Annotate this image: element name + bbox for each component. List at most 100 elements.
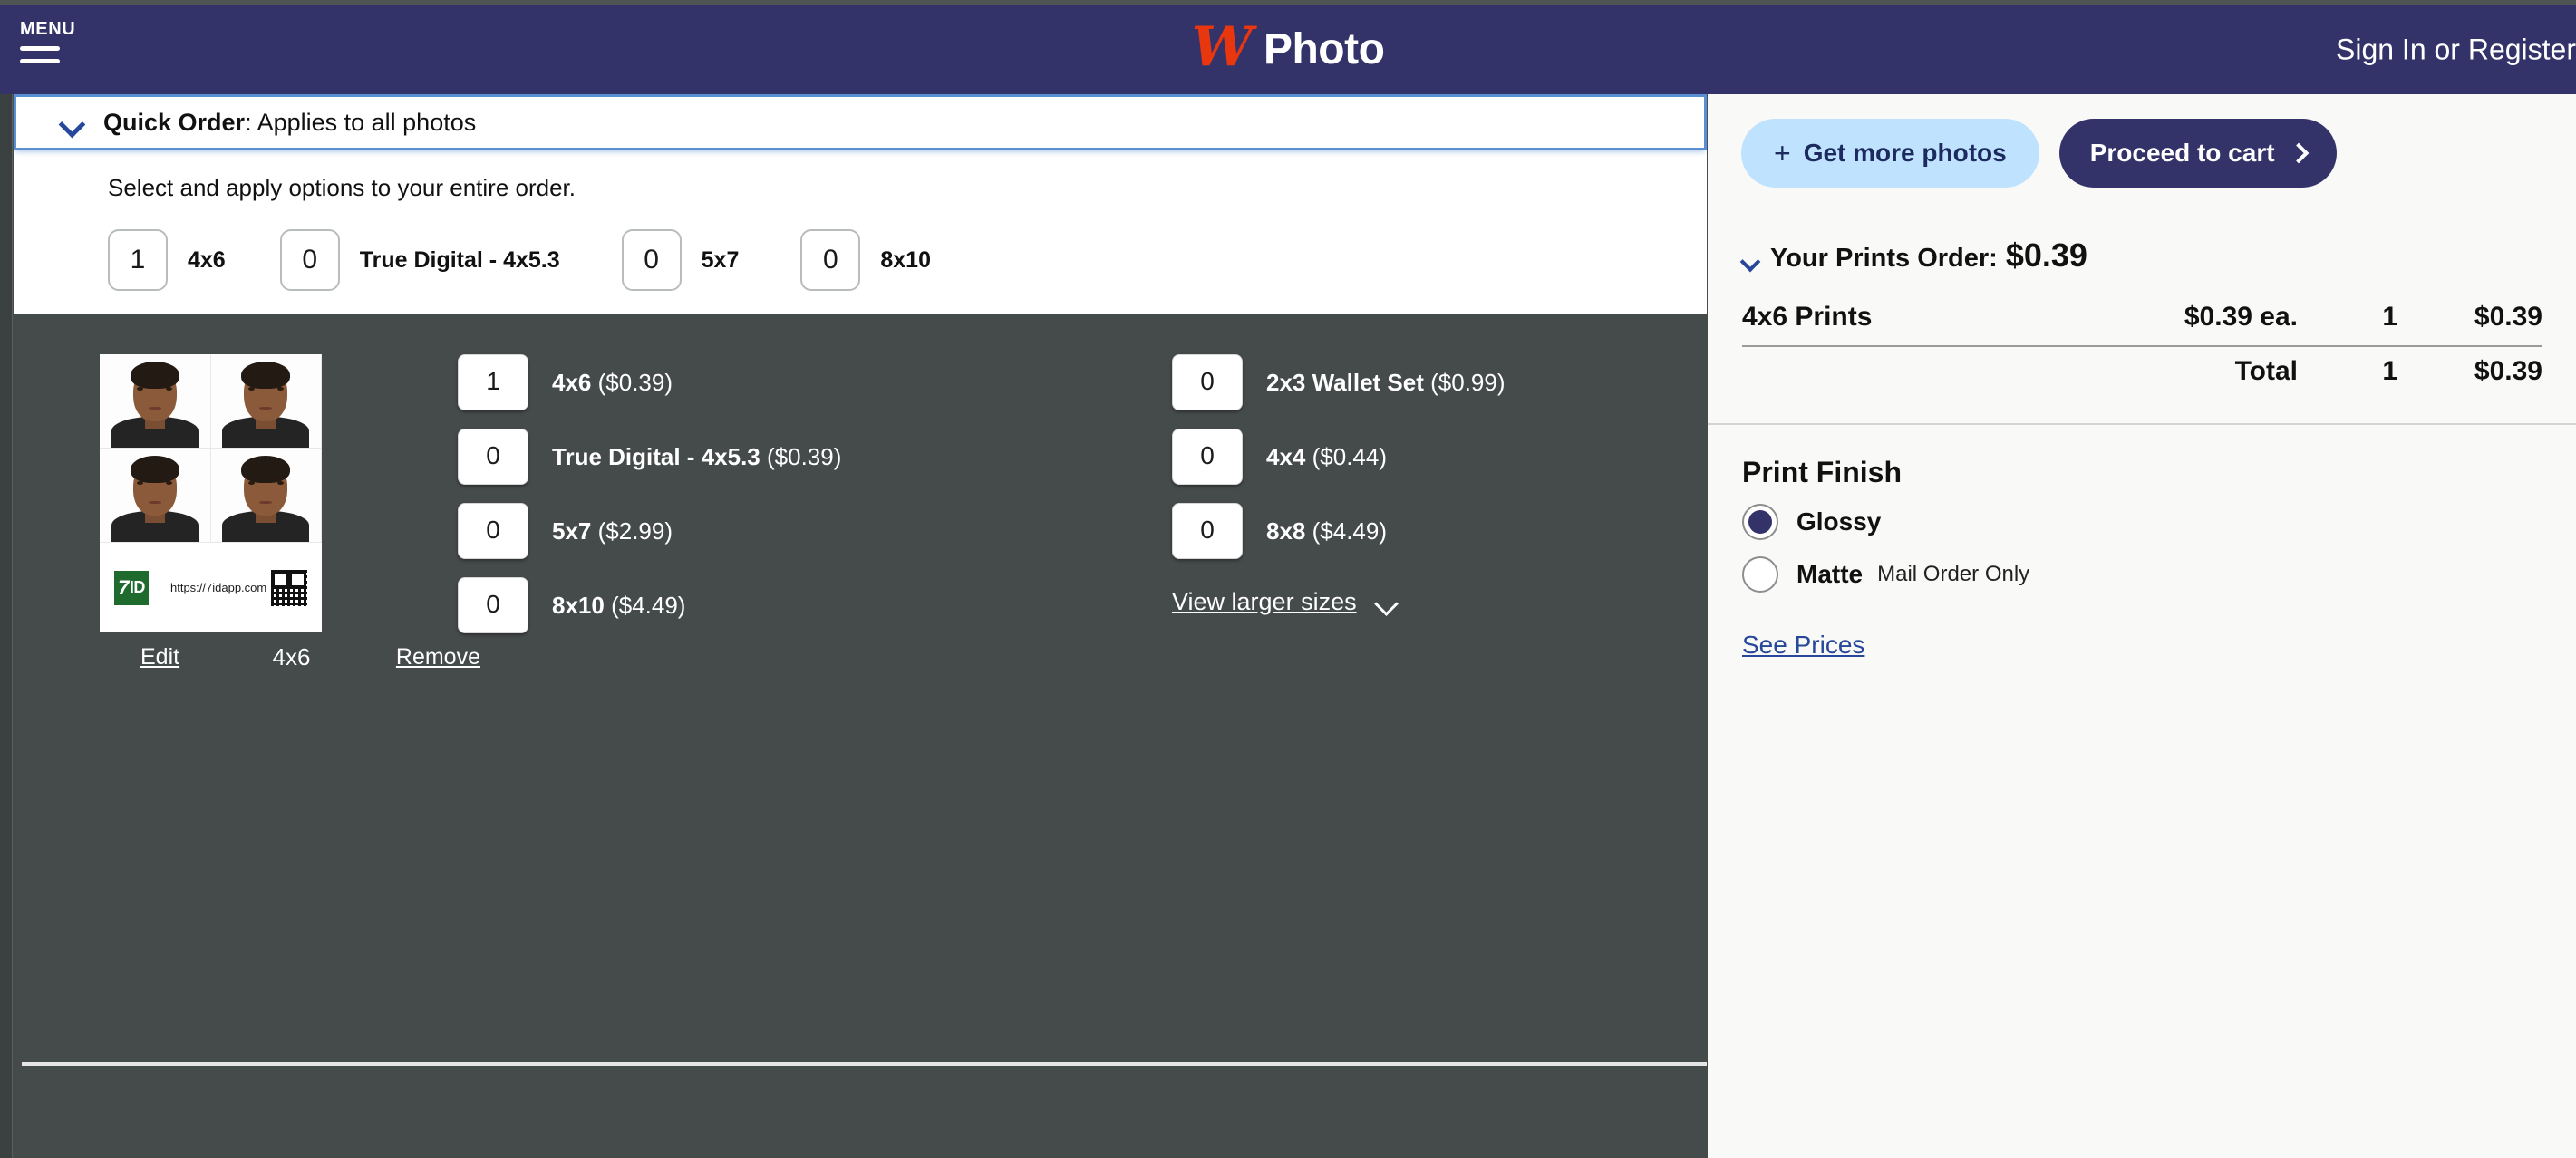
finish-note-matte: Mail Order Only bbox=[1877, 562, 2030, 586]
print-finish-section: Print Finish Glossy Matte Mail Order Onl… bbox=[1708, 425, 2576, 593]
print-option-4x6[interactable]: 1 4x6 ($0.39) bbox=[458, 354, 1020, 410]
site-header: MENU W Photo Sign In or Register bbox=[0, 5, 2576, 94]
print-size-options-column-2: 0 2x3 Wallet Set ($0.99) 0 4x4 ($0.44) 0… bbox=[1172, 354, 1734, 740]
proceed-to-cart-button[interactable]: Proceed to cart bbox=[2058, 119, 2337, 188]
menu-button[interactable]: MENU bbox=[20, 20, 92, 72]
print-qty-input-8x8[interactable]: 0 bbox=[1172, 503, 1243, 559]
quick-size-true-digital[interactable]: 0 True Digital - 4x5.3 bbox=[279, 229, 560, 291]
finish-option-glossy[interactable]: Glossy bbox=[1742, 504, 2576, 540]
quick-qty-input-true-digital[interactable]: 0 bbox=[279, 229, 340, 291]
quick-order-title-bold: Quick Order bbox=[103, 108, 246, 136]
sign-in-register-link[interactable]: Sign In or Register bbox=[2336, 34, 2576, 67]
print-option-8x10[interactable]: 0 8x10 ($4.49) bbox=[458, 577, 1020, 633]
quick-order-subtitle: Select and apply options to your entire … bbox=[108, 174, 576, 201]
quick-qty-label-5x7: 5x7 bbox=[701, 246, 740, 273]
your-prints-order-label: Your Prints Order: bbox=[1770, 244, 1998, 273]
sevenid-logo-seven: 7 bbox=[118, 575, 129, 599]
print-label-8x8: 8x8 ($4.49) bbox=[1266, 517, 1387, 545]
main-content-area: Quick Order: Applies to all photos Selec… bbox=[14, 94, 1707, 1158]
print-label-4x6: 4x6 ($0.39) bbox=[552, 369, 673, 397]
edit-photo-link[interactable]: Edit bbox=[140, 644, 179, 671]
table-row: 4x6 Prints $0.39 ea. 1 $0.39 bbox=[1742, 302, 2542, 342]
print-qty-input-5x7[interactable]: 0 bbox=[458, 503, 528, 559]
radio-glossy[interactable] bbox=[1742, 504, 1778, 540]
passport-face-4 bbox=[210, 449, 322, 543]
quick-size-4x6[interactable]: 1 4x6 bbox=[108, 229, 226, 291]
order-line-each: $0.39 ea. bbox=[2184, 302, 2298, 332]
print-qty-input-2x3-wallet-set[interactable]: 0 bbox=[1172, 354, 1243, 410]
proceed-to-cart-label: Proceed to cart bbox=[2089, 139, 2275, 167]
print-qty-input-4x4[interactable]: 0 bbox=[1172, 429, 1243, 485]
photo-thumbnail-actions: Edit 4x6 Remove bbox=[100, 643, 480, 671]
finish-option-matte[interactable]: Matte Mail Order Only bbox=[1742, 556, 2576, 593]
chevron-down-icon bbox=[60, 111, 83, 134]
order-total-qty: 1 bbox=[2382, 356, 2397, 386]
print-qty-input-8x10[interactable]: 0 bbox=[458, 577, 528, 633]
order-line-name: 4x6 Prints bbox=[1742, 302, 1873, 332]
photo-thumbnail-column: 7 ID https://7idapp.com Edit 4x6 Remove bbox=[14, 323, 480, 740]
print-name-2x3-wallet-set: 2x3 Wallet Set bbox=[1266, 368, 1424, 396]
finish-label-glossy: Glossy bbox=[1796, 507, 1882, 536]
print-name-8x8: 8x8 bbox=[1266, 516, 1306, 545]
print-qty-input-true-digital[interactable]: 0 bbox=[458, 429, 528, 485]
print-label-5x7: 5x7 ($2.99) bbox=[552, 517, 673, 545]
qr-code-icon bbox=[269, 567, 309, 608]
see-prices-link[interactable]: See Prices bbox=[1742, 631, 1864, 660]
print-label-4x4: 4x4 ($0.44) bbox=[1266, 443, 1387, 471]
remove-photo-link[interactable]: Remove bbox=[396, 644, 480, 671]
get-more-photos-button[interactable]: + Get more photos bbox=[1741, 119, 2039, 188]
watermark-bar: 7 ID https://7idapp.com bbox=[100, 543, 322, 632]
quick-order-panel: Quick Order: Applies to all photos Selec… bbox=[14, 94, 1707, 314]
quick-qty-input-5x7[interactable]: 0 bbox=[621, 229, 682, 291]
radio-matte[interactable] bbox=[1742, 556, 1778, 593]
quick-size-5x7[interactable]: 0 5x7 bbox=[621, 229, 740, 291]
get-more-photos-label: Get more photos bbox=[1803, 139, 2007, 167]
view-larger-sizes-link[interactable]: View larger sizes bbox=[1172, 588, 1734, 616]
chevron-down-icon bbox=[1375, 591, 1399, 614]
print-name-true-digital: True Digital - 4x5.3 bbox=[552, 442, 760, 470]
print-size-options-column-1: 1 4x6 ($0.39) 0 True Digital - 4x5.3 ($0… bbox=[458, 354, 1020, 740]
chevron-down-icon bbox=[1741, 252, 1759, 270]
hamburger-icon bbox=[20, 46, 60, 72]
sevenid-logo-icon: 7 ID bbox=[112, 568, 150, 607]
print-label-2x3-wallet-set: 2x3 Wallet Set ($0.99) bbox=[1266, 369, 1506, 397]
passport-face-3 bbox=[100, 449, 211, 543]
print-price-2x3-wallet-set: ($0.99) bbox=[1430, 368, 1506, 396]
walgreens-w-icon: W bbox=[1191, 15, 1253, 79]
brand-name: Photo bbox=[1263, 25, 1385, 73]
print-qty-input-4x6[interactable]: 1 bbox=[458, 354, 528, 410]
order-total-row: Total 1 $0.39 bbox=[1742, 356, 2542, 396]
print-option-5x7[interactable]: 0 5x7 ($2.99) bbox=[458, 503, 1020, 559]
photo-size-caption: 4x6 bbox=[272, 643, 311, 671]
print-price-5x7: ($2.99) bbox=[597, 516, 673, 545]
print-finish-title: Print Finish bbox=[1742, 456, 1902, 488]
watermark-url: https://7idapp.com bbox=[170, 581, 267, 594]
photo-thumbnail[interactable]: 7 ID https://7idapp.com bbox=[100, 354, 322, 632]
print-option-4x4[interactable]: 0 4x4 ($0.44) bbox=[1172, 429, 1734, 485]
quick-size-8x10[interactable]: 0 8x10 bbox=[800, 229, 931, 291]
order-total-amount: $0.39 bbox=[2474, 356, 2542, 386]
menu-label: MENU bbox=[20, 19, 76, 39]
print-name-5x7: 5x7 bbox=[552, 516, 592, 545]
brand-logo: W Photo bbox=[0, 5, 2576, 94]
passport-photo-grid bbox=[100, 354, 322, 543]
print-price-true-digital: ($0.39) bbox=[766, 442, 842, 470]
order-summary-table: 4x6 Prints $0.39 ea. 1 $0.39 Total 1 $0.… bbox=[1742, 302, 2542, 396]
plus-icon: + bbox=[1774, 136, 1791, 169]
quick-order-title: Quick Order: Applies to all photos bbox=[103, 109, 476, 137]
print-option-8x8[interactable]: 0 8x8 ($4.49) bbox=[1172, 503, 1734, 559]
print-option-2x3-wallet-set[interactable]: 0 2x3 Wallet Set ($0.99) bbox=[1172, 354, 1734, 410]
quick-order-size-row: 1 4x6 0 True Digital - 4x5.3 0 5x7 0 8x1… bbox=[14, 202, 1707, 291]
item-divider bbox=[22, 1062, 1707, 1066]
print-option-true-digital[interactable]: 0 True Digital - 4x5.3 ($0.39) bbox=[458, 429, 1020, 485]
quick-qty-input-4x6[interactable]: 1 bbox=[108, 229, 168, 291]
quick-order-header[interactable]: Quick Order: Applies to all photos bbox=[14, 94, 1707, 150]
order-line-total: $0.39 bbox=[2474, 302, 2542, 332]
chevron-right-icon bbox=[2288, 142, 2309, 164]
your-prints-order-toggle[interactable]: Your Prints Order: $0.39 bbox=[1708, 188, 2576, 275]
passport-face-2 bbox=[210, 354, 322, 449]
order-sidebar: + Get more photos Proceed to cart Your P… bbox=[1708, 94, 2576, 1158]
sidebar-actions: + Get more photos Proceed to cart bbox=[1708, 94, 2576, 188]
quick-qty-label-8x10: 8x10 bbox=[880, 246, 931, 273]
quick-qty-input-8x10[interactable]: 0 bbox=[800, 229, 861, 291]
